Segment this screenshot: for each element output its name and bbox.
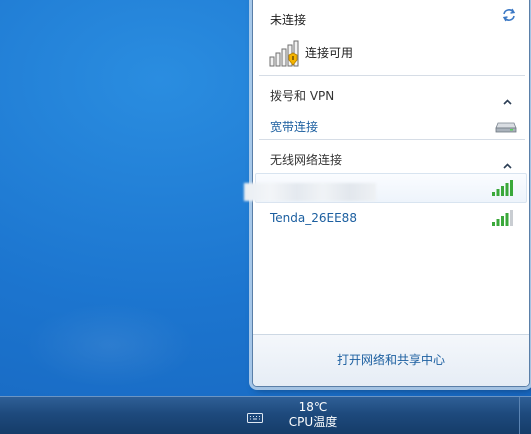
modem-icon — [495, 118, 517, 133]
taskbar: 18℃ CPU温度 — [0, 396, 531, 434]
signal-bars-icon — [491, 179, 513, 197]
signal-warning-icon — [269, 39, 303, 67]
flyout-footer: 打开网络和共享中心 — [253, 334, 529, 386]
temperature-value: 18℃ — [298, 400, 328, 414]
separator — [259, 75, 525, 76]
connection-available-text: 连接可用 — [305, 46, 354, 60]
separator — [259, 139, 525, 140]
refresh-icon[interactable] — [501, 7, 517, 23]
keyboard-icon[interactable] — [247, 409, 263, 423]
broadband-connection-link[interactable]: 宽带连接 — [270, 118, 318, 135]
open-network-sharing-center-link[interactable]: 打开网络和共享中心 — [253, 351, 529, 368]
connection-status-title: 未连接 — [270, 13, 307, 27]
cpu-temperature[interactable]: 18℃ CPU温度 — [278, 400, 348, 430]
temperature-label: CPU温度 — [288, 415, 338, 429]
show-desktop-divider — [519, 397, 520, 434]
wifi-network-tenda[interactable]: Tenda_26EE88 — [270, 211, 357, 225]
chevron-up-icon[interactable] — [503, 90, 512, 105]
chevron-up-icon[interactable] — [503, 154, 512, 169]
signal-bars-icon — [491, 209, 513, 227]
wireless-section[interactable]: 无线网络连接 — [270, 151, 342, 168]
dialup-vpn-section[interactable]: 拨号和 VPN — [270, 87, 334, 104]
blurred-network-name — [244, 183, 376, 201]
